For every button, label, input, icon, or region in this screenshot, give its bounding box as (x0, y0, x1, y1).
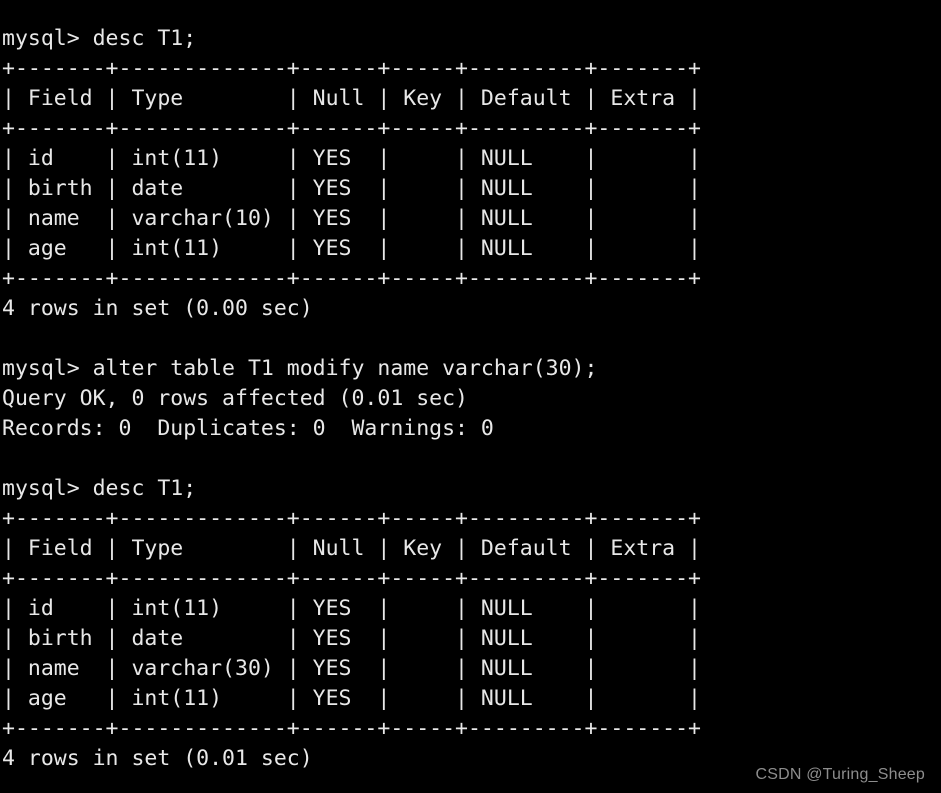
terminal-line: 4 rows in set (0.00 sec) (2, 296, 313, 321)
terminal-line: | id | int(11) | YES | | NULL | | (2, 146, 701, 171)
terminal-line: +-------+-------------+------+-----+----… (2, 266, 701, 291)
terminal-line: +-------+-------------+------+-----+----… (2, 566, 701, 591)
terminal-line: mysql> desc T1; (2, 26, 197, 51)
terminal-line: | age | int(11) | YES | | NULL | | (2, 686, 701, 711)
terminal-line: | name | varchar(10) | YES | | NULL | | (2, 206, 701, 231)
terminal-line: | id | int(11) | YES | | NULL | | (2, 596, 701, 621)
terminal-line: | Field | Type | Null | Key | Default | … (2, 86, 701, 111)
terminal-line: | Field | Type | Null | Key | Default | … (2, 536, 701, 561)
terminal-line: +-------+-------------+------+-----+----… (2, 56, 701, 81)
terminal-line: Records: 0 Duplicates: 0 Warnings: 0 (2, 416, 494, 441)
terminal-line: +-------+-------------+------+-----+----… (2, 506, 701, 531)
terminal-line: | birth | date | YES | | NULL | | (2, 176, 701, 201)
terminal-line: | age | int(11) | YES | | NULL | | (2, 236, 701, 261)
watermark: CSDN @Turing_Sheep (755, 766, 925, 783)
terminal-line: +-------+-------------+------+-----+----… (2, 716, 701, 741)
terminal-line: mysql> desc T1; (2, 476, 197, 501)
terminal-line: +-------+-------------+------+-----+----… (2, 116, 701, 141)
terminal-line: | birth | date | YES | | NULL | | (2, 626, 701, 651)
terminal-line: Query OK, 0 rows affected (0.01 sec) (2, 386, 468, 411)
terminal-line: mysql> alter table T1 modify name varcha… (2, 356, 598, 381)
terminal-window[interactable]: mysql> desc T1; +-------+-------------+-… (0, 0, 941, 793)
terminal-line: | name | varchar(30) | YES | | NULL | | (2, 656, 701, 681)
